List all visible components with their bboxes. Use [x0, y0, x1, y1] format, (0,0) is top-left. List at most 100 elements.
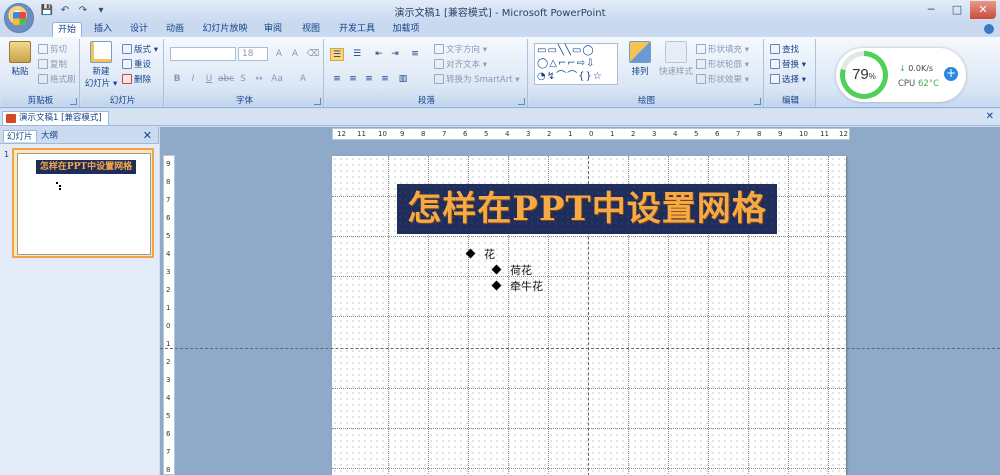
group-label-clipboard: 剪贴板	[2, 94, 79, 106]
help-icon[interactable]	[984, 24, 994, 34]
diamond-bullet-icon	[491, 264, 502, 275]
arrange-button[interactable]: 排列	[626, 41, 654, 77]
shape-outline-button[interactable]: 形状轮廓 ▾	[696, 58, 749, 70]
format-painter-button[interactable]: 格式刷	[38, 73, 76, 85]
bold-icon[interactable]: B	[170, 73, 184, 86]
ruler-tick: 3	[166, 268, 171, 276]
ruler-tick: 0	[166, 322, 171, 330]
tab-addins[interactable]: 加载项	[386, 22, 426, 37]
tab-insert[interactable]: 插入	[88, 22, 118, 37]
paragraph-launcher-icon[interactable]	[518, 98, 525, 105]
arrange-label: 排列	[631, 67, 649, 77]
office-button[interactable]	[4, 3, 34, 33]
ruler-tick: 1	[610, 130, 615, 138]
clear-format-icon[interactable]: ⌫	[306, 48, 320, 61]
new-slide-button[interactable]: 新建 幻灯片 ▾	[84, 41, 118, 89]
tab-slideshow[interactable]: 幻灯片放映	[198, 22, 252, 37]
font-size-box[interactable]: 18	[238, 47, 268, 61]
widget-plus-button[interactable]: +	[944, 67, 958, 81]
layout-icon	[122, 44, 132, 54]
slide-canvas[interactable]: 怎样在PPT中设置网格 花 荷花 牵牛花	[160, 156, 1000, 475]
drawing-launcher-icon[interactable]	[754, 98, 761, 105]
panel-close-icon[interactable]: ✕	[143, 129, 152, 142]
maximize-button[interactable]: □	[944, 1, 970, 19]
align-text-button[interactable]: 对齐文本 ▾	[434, 58, 487, 70]
change-case-icon[interactable]: Aa	[270, 73, 284, 86]
ruler-tick: 1	[166, 304, 171, 312]
font-launcher-icon[interactable]	[314, 98, 321, 105]
bullets-icon[interactable]: ☰	[330, 48, 344, 61]
underline-icon[interactable]: U	[202, 73, 216, 86]
reset-button[interactable]: 重设	[122, 58, 151, 70]
line-spacing-icon[interactable]: ≡	[408, 48, 422, 61]
text-direction-button[interactable]: 文字方向 ▾	[434, 43, 487, 55]
copy-button[interactable]: 复制	[38, 58, 67, 70]
font-name-box[interactable]	[170, 47, 236, 61]
ruler-tick: 3	[652, 130, 657, 138]
system-monitor-widget[interactable]: 79% ↓ 0.0K/s CPU 62°C +	[836, 48, 966, 102]
memory-percent: 79%	[845, 56, 883, 94]
shrink-font-icon[interactable]: A	[288, 48, 302, 61]
select-button[interactable]: 选择 ▾	[770, 73, 806, 85]
cut-button[interactable]: 剪切	[38, 43, 67, 55]
align-right-icon[interactable]: ≡	[362, 73, 376, 86]
delete-slide-button[interactable]: 删除	[122, 73, 151, 85]
close-button[interactable]: ✕	[970, 1, 996, 19]
title-bar: 💾 ↶ ↷ ▾ 演示文稿1 [兼容模式] - Microsoft PowerPo…	[0, 0, 1000, 33]
slide-thumbnail[interactable]: 怎样在PPT中设置网格	[12, 148, 154, 258]
align-center-icon[interactable]: ≡	[346, 73, 360, 86]
bullet-text: 荷花	[510, 264, 532, 277]
memory-percent-unit: %	[868, 72, 876, 81]
numbering-icon[interactable]: ☰	[350, 48, 364, 61]
paste-button[interactable]: 粘贴	[6, 41, 34, 77]
clipboard-launcher-icon[interactable]	[70, 98, 77, 105]
cursor-icon	[770, 74, 780, 84]
grid-line	[332, 468, 846, 469]
shape-fill-button[interactable]: 形状填充 ▾	[696, 43, 749, 55]
ruler-tick: 11	[820, 130, 829, 138]
strikethrough-icon[interactable]: abc	[218, 73, 234, 86]
ruler-tick: 8	[757, 130, 762, 138]
layout-button[interactable]: 版式 ▾	[122, 43, 158, 55]
document-tab-bar: 演示文稿1 [兼容模式] ✕	[0, 109, 1000, 126]
grow-font-icon[interactable]: A	[272, 48, 286, 61]
align-left-icon[interactable]: ≡	[330, 73, 344, 86]
ruler-tick: 12	[839, 130, 848, 138]
document-close-icon[interactable]: ✕	[986, 111, 994, 122]
decrease-indent-icon[interactable]: ⇤	[372, 48, 386, 61]
smartart-button[interactable]: 转换为 SmartArt ▾	[434, 73, 520, 85]
horizontal-guide[interactable]	[160, 348, 1000, 349]
tab-design[interactable]: 设计	[124, 22, 154, 37]
cpu-temp-value: 62°C	[918, 79, 940, 89]
columns-icon[interactable]: ▥	[396, 73, 410, 86]
outline-icon	[696, 59, 706, 69]
shape-effects-button[interactable]: 形状效果 ▾	[696, 73, 749, 85]
slide-title[interactable]: 怎样在PPT中设置网格	[397, 184, 777, 234]
ruler-tick: 6	[463, 130, 468, 138]
char-spacing-icon[interactable]: ↔	[252, 73, 266, 86]
shadow-icon[interactable]: S	[236, 73, 250, 86]
quick-styles-button[interactable]: 快速样式	[658, 41, 694, 77]
select-label: 选择 ▾	[782, 75, 806, 85]
ruler-tick: 3	[166, 376, 171, 384]
font-color-icon[interactable]: A	[296, 73, 310, 86]
minimize-button[interactable]: ─	[918, 1, 944, 19]
document-tab[interactable]: 演示文稿1 [兼容模式]	[2, 111, 109, 125]
tab-view[interactable]: 视图	[296, 22, 326, 37]
justify-icon[interactable]: ≡	[378, 73, 392, 86]
italic-icon[interactable]: I	[186, 73, 200, 86]
tab-animations[interactable]: 动画	[160, 22, 190, 37]
horizontal-ruler: 12 11 10 9 8 7 6 5 4 3 2 1 0 1 2 3 4 5 6…	[332, 128, 850, 140]
group-label-drawing: 绘图	[530, 94, 763, 106]
replace-button[interactable]: 替换 ▾	[770, 58, 806, 70]
shapes-gallery[interactable]: ▭▭╲╲▭◯ ◯△⌐⌐⇨⇩ ◔↯⌒⌒{}☆	[534, 43, 618, 85]
reset-icon	[122, 59, 132, 69]
find-button[interactable]: 查找	[770, 43, 799, 55]
increase-indent-icon[interactable]: ⇥	[388, 48, 402, 61]
tab-review[interactable]: 审阅	[258, 22, 288, 37]
cut-label: 剪切	[50, 45, 68, 55]
tab-home[interactable]: 开始	[52, 22, 82, 38]
tab-slides-panel[interactable]: 幻灯片	[3, 130, 37, 142]
tab-outline-panel[interactable]: 大纲	[38, 130, 61, 142]
tab-developer[interactable]: 开发工具	[334, 22, 380, 37]
